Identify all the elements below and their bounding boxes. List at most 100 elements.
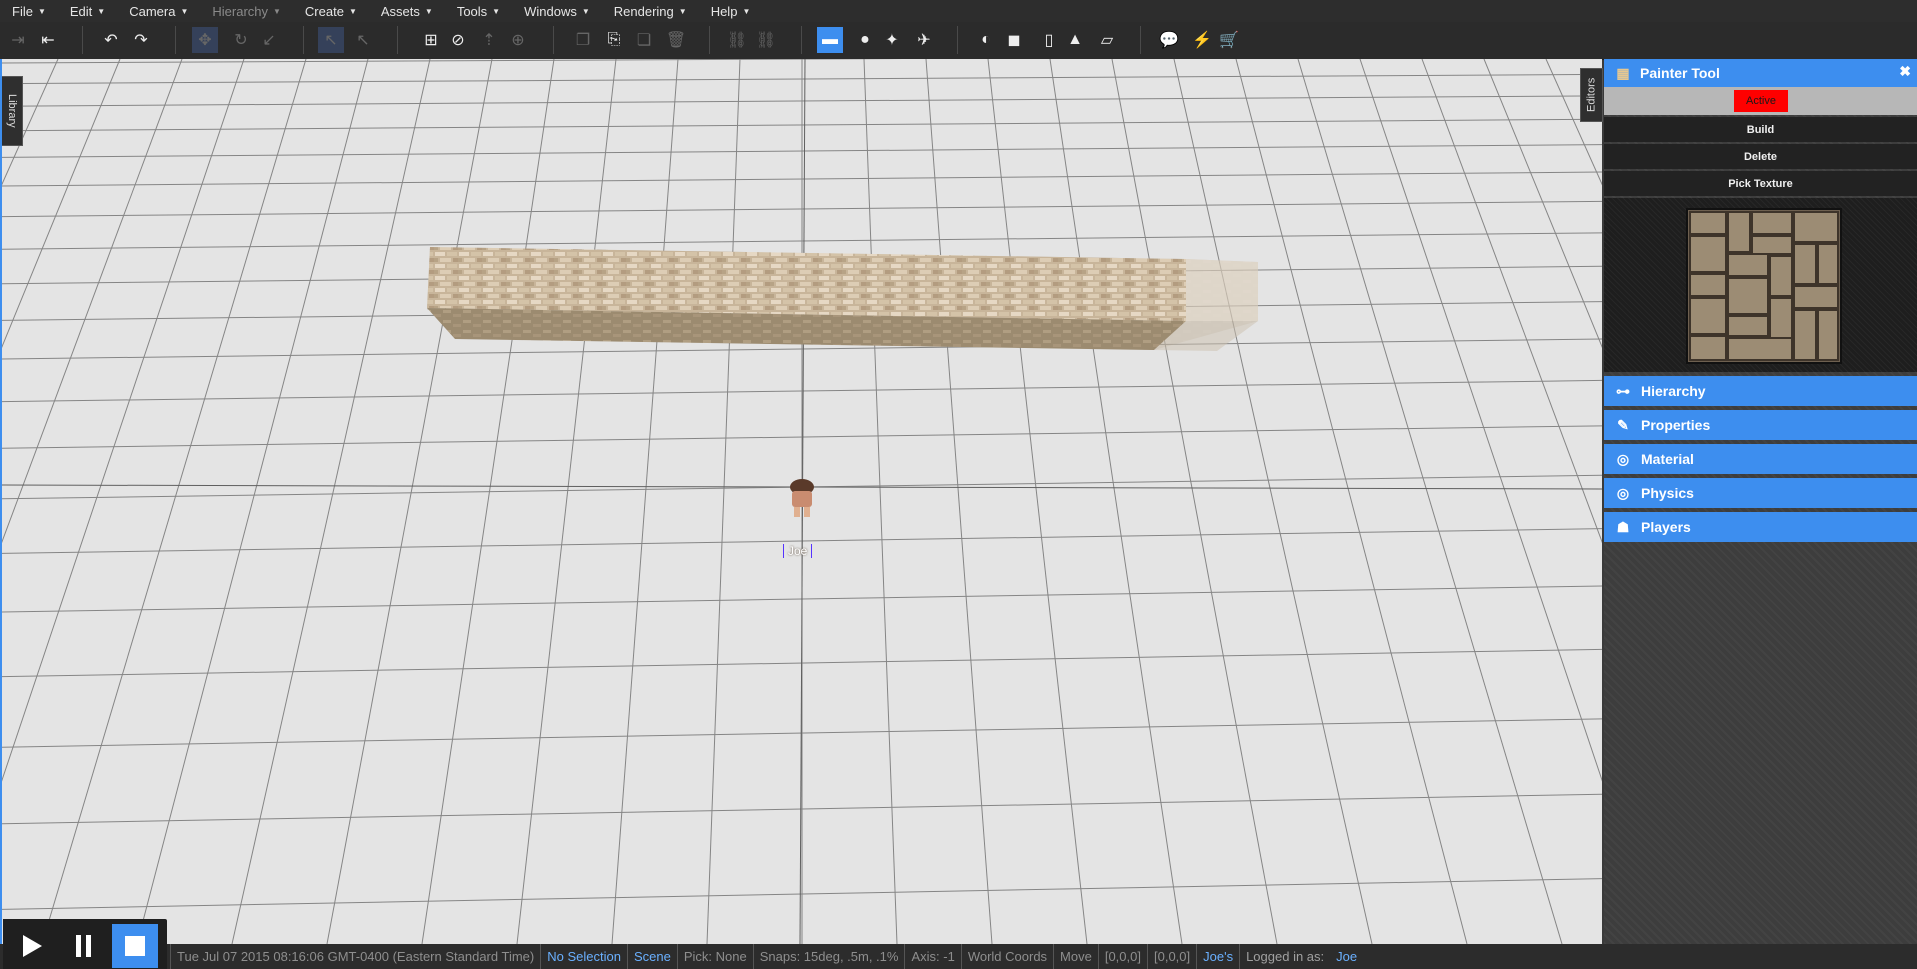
select-local-icon[interactable]: ↖: [318, 27, 344, 53]
pause-button[interactable]: [61, 924, 107, 968]
grid-line: [516, 59, 617, 944]
close-icon[interactable]: ✖: [1899, 63, 1911, 80]
status-logged-label: Logged in as:: [1239, 944, 1330, 969]
players-icon: ☗: [1616, 518, 1630, 535]
menu-camera[interactable]: Camera ▼: [117, 0, 200, 22]
import-icon[interactable]: ⇥: [5, 27, 31, 53]
texture-swatch[interactable]: [1686, 208, 1842, 364]
export-icon[interactable]: ⇤: [35, 27, 61, 53]
menu-create[interactable]: Create ▼: [293, 0, 369, 22]
light-icon[interactable]: ✦: [879, 27, 905, 53]
menu-rendering-label: Rendering: [613, 3, 674, 19]
link-icon[interactable]: ⛓: [724, 27, 750, 53]
cone-icon[interactable]: ▲: [1062, 27, 1088, 53]
toolbar-divider: [709, 26, 710, 54]
plane-icon[interactable]: ✈: [911, 27, 937, 53]
avatar-icon[interactable]: ●: [852, 27, 878, 53]
accordion-players[interactable]: ☗ Players: [1604, 512, 1917, 542]
cube-icon[interactable]: ◼: [1001, 27, 1027, 53]
status-axis[interactable]: Axis: -1: [904, 944, 960, 969]
status-bar: Tue Jul 07 2015 08:16:06 GMT-0400 (Easte…: [0, 944, 1917, 969]
grid-line: [326, 59, 493, 944]
status-mode[interactable]: Move: [1053, 944, 1098, 969]
chevron-down-icon: ▼: [581, 6, 590, 16]
status-world[interactable]: Joe's: [1196, 944, 1239, 969]
grid-line: [1049, 59, 1183, 944]
chat-icon[interactable]: 💬: [1156, 27, 1182, 53]
grid-line: [1545, 59, 1602, 186]
accordion-material-label: Material: [1641, 451, 1694, 467]
grid-select-icon[interactable]: ⊞: [418, 27, 444, 53]
grid-plane-icon[interactable]: ▱: [1094, 27, 1120, 53]
menu-rendering[interactable]: Rendering ▼: [602, 0, 699, 22]
status-coords[interactable]: World Coords: [960, 944, 1053, 969]
status-datetime: Tue Jul 07 2015 08:16:06 GMT-0400 (Easte…: [170, 944, 540, 969]
menu-tools[interactable]: Tools ▼: [445, 0, 512, 22]
redo-icon[interactable]: ↷: [128, 27, 154, 53]
status-selection[interactable]: No Selection: [540, 944, 627, 969]
grid-line: [136, 59, 369, 944]
menu-file[interactable]: File ▼: [0, 0, 58, 22]
grid-line: [1111, 59, 1278, 944]
rotate-icon[interactable]: ↻: [228, 27, 254, 53]
build-button[interactable]: Build: [1604, 117, 1917, 142]
pick-texture-button[interactable]: Pick Texture: [1604, 171, 1917, 196]
scale-icon[interactable]: ↙: [256, 27, 282, 53]
grid-line: [231, 59, 431, 944]
accordion-properties-label: Properties: [1641, 417, 1711, 433]
lightning-icon[interactable]: ⚡: [1189, 27, 1215, 53]
grid-line: [863, 59, 898, 944]
menu-tools-label: Tools: [456, 3, 488, 19]
grid-line: [1235, 59, 1468, 944]
toolbar-divider: [957, 26, 958, 54]
undo-icon[interactable]: ↶: [98, 27, 124, 53]
menu-windows[interactable]: Windows ▼: [512, 0, 602, 22]
grid-line: [41, 59, 307, 944]
scene-viewport[interactable]: Joe: [0, 59, 1602, 944]
paste-icon[interactable]: ⎘: [601, 27, 627, 53]
unlink-icon[interactable]: ⛓: [753, 27, 779, 53]
clone-icon[interactable]: ❏: [631, 27, 657, 53]
grid-line: [2, 59, 183, 544]
no-entry-icon[interactable]: ⊘: [445, 27, 471, 53]
properties-icon: ✎: [1617, 416, 1629, 433]
active-toggle-button[interactable]: Active: [1734, 90, 1788, 112]
editors-tab[interactable]: Editors: [1580, 68, 1603, 122]
cart-icon[interactable]: 🛒: [1216, 27, 1242, 53]
play-button[interactable]: [9, 924, 55, 968]
menu-assets[interactable]: Assets ▼: [369, 0, 445, 22]
accordion-players-label: Players: [1641, 519, 1691, 535]
menu-hierarchy[interactable]: Hierarchy ▼: [200, 0, 293, 22]
accordion-hierarchy-label: Hierarchy: [1641, 383, 1706, 399]
menu-edit[interactable]: Edit ▼: [58, 0, 117, 22]
stop-button[interactable]: [112, 924, 158, 968]
accordion-material[interactable]: ◎ Material: [1604, 444, 1917, 474]
accordion-properties[interactable]: ✎ Properties: [1604, 410, 1917, 440]
sphere-icon[interactable]: ◐: [973, 27, 999, 53]
stop-icon: [125, 936, 145, 956]
menu-camera-label: Camera: [129, 3, 176, 19]
delete-icon[interactable]: 🗑: [663, 27, 689, 53]
toolbar-divider: [397, 26, 398, 54]
library-tab[interactable]: Library: [2, 76, 23, 146]
editors-panel: ▦ Painter Tool ✖ Active Build Delete Pic…: [1604, 59, 1917, 944]
accordion-hierarchy[interactable]: ⊶ Hierarchy: [1604, 376, 1917, 406]
parent-icon[interactable]: ⇡: [476, 27, 502, 53]
menu-assets-label: Assets: [380, 3, 420, 19]
chevron-down-icon: ▼: [678, 6, 687, 16]
cylinder-icon[interactable]: ▯: [1036, 27, 1062, 53]
target-icon[interactable]: ⊕: [505, 27, 531, 53]
status-scene[interactable]: Scene: [626, 944, 677, 969]
menu-help[interactable]: Help ▼: [699, 0, 763, 22]
grid-line: [1173, 59, 1373, 944]
accordion-physics[interactable]: ◎ Physics: [1604, 478, 1917, 508]
copy-icon[interactable]: ❐: [570, 27, 596, 53]
delete-button[interactable]: Delete: [1604, 144, 1917, 169]
status-snaps[interactable]: Snaps: 15deg, .5m, .1%: [752, 944, 905, 969]
select-parent-icon[interactable]: ↖: [350, 27, 376, 53]
move-icon[interactable]: ✥: [192, 27, 218, 53]
camera-icon[interactable]: ▬: [817, 27, 843, 53]
status-user[interactable]: Joe: [1330, 944, 1363, 969]
grid-line: [421, 59, 555, 944]
chevron-down-icon: ▼: [742, 6, 751, 16]
